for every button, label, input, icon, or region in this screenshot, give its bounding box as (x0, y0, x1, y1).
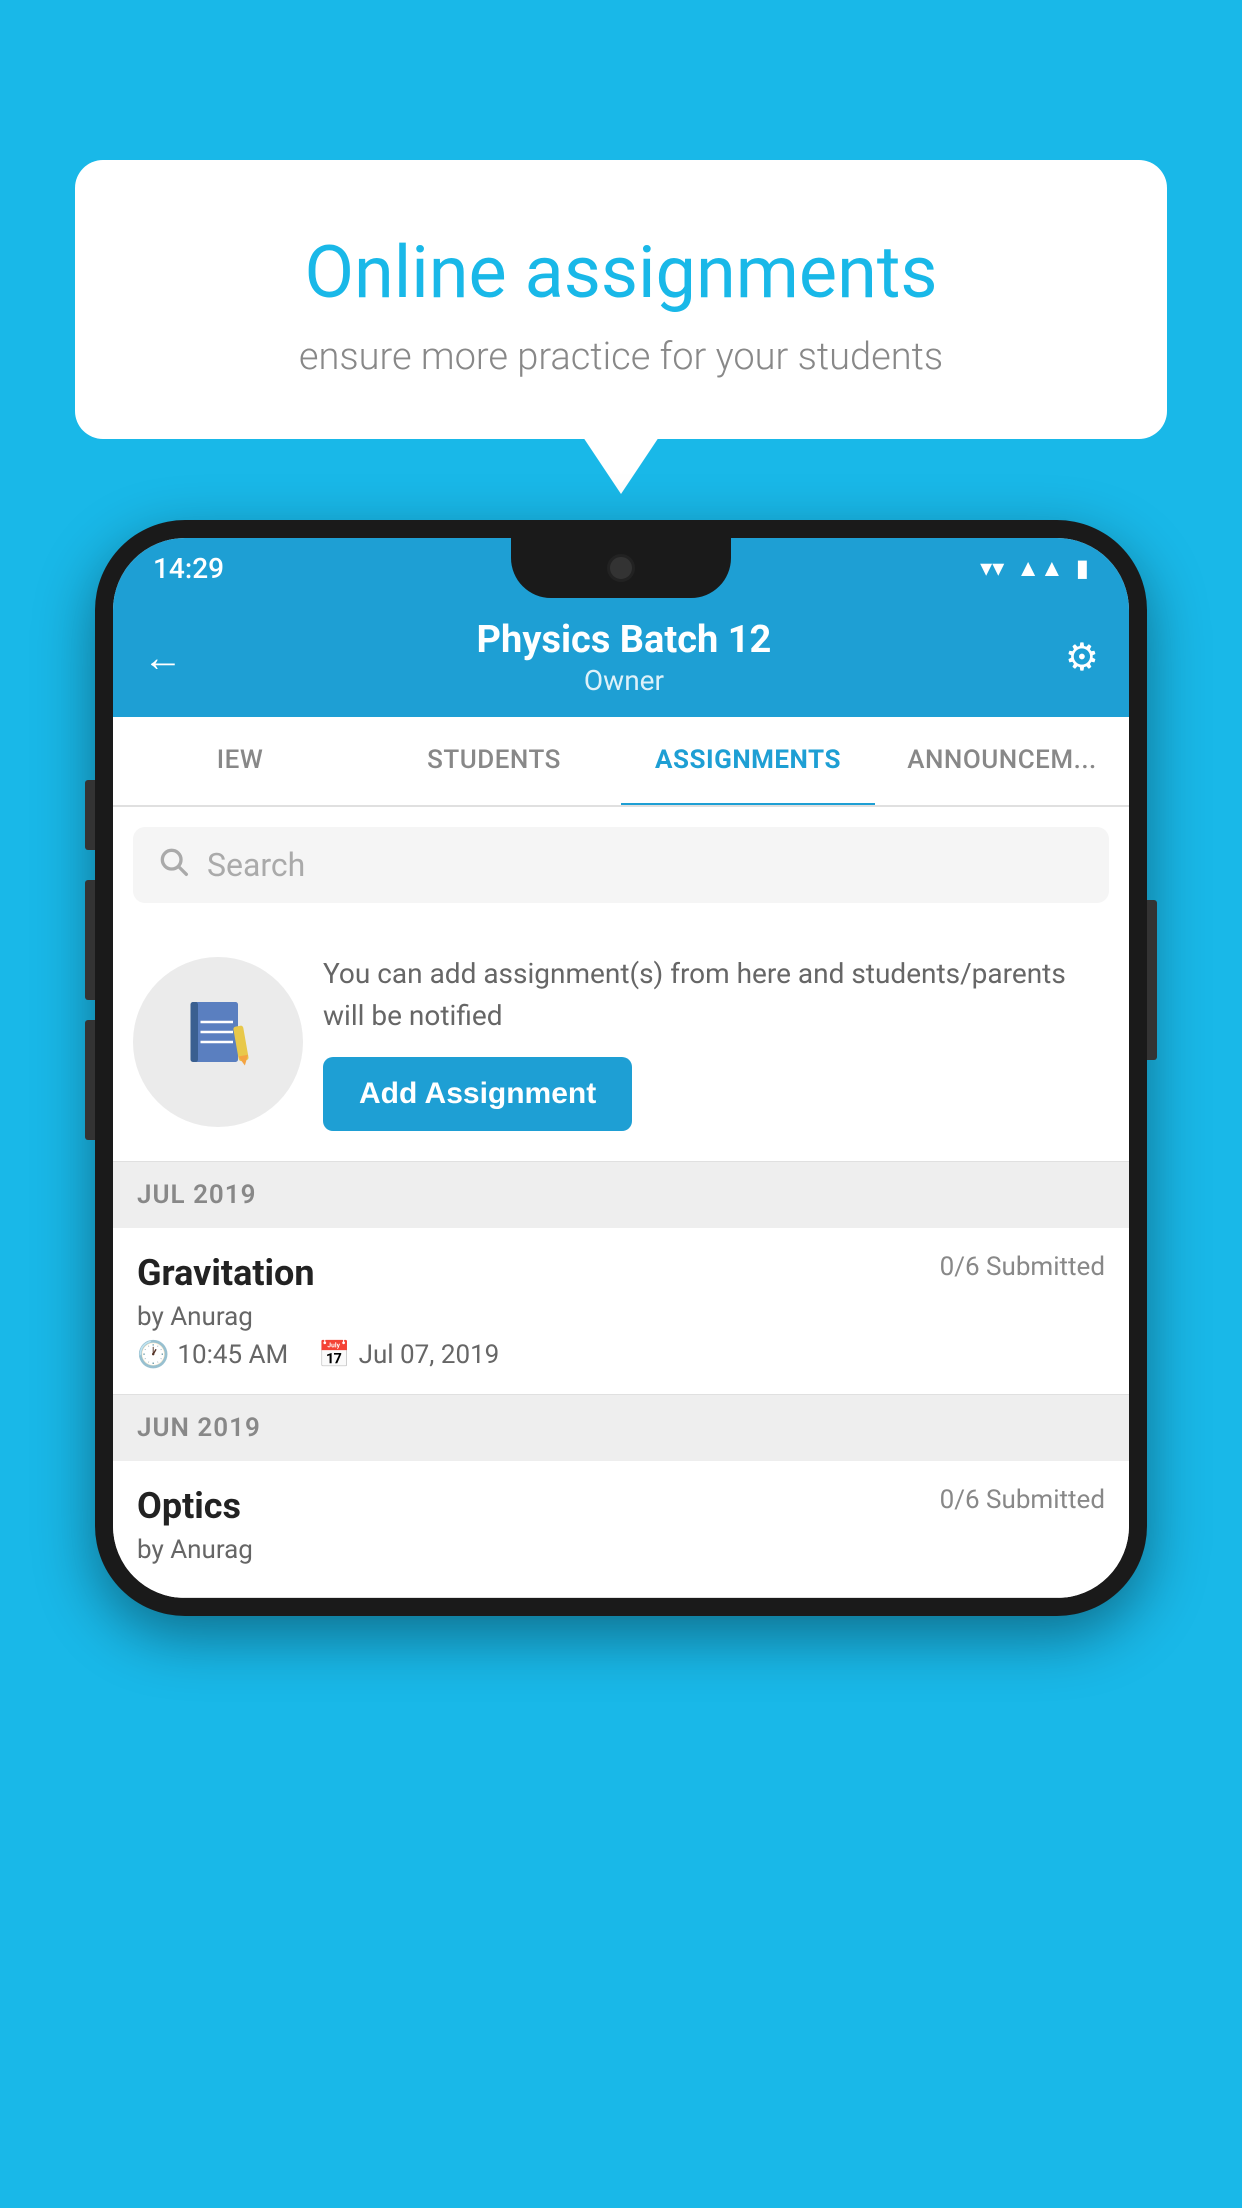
phone-wrapper: 14:29 ▾▾ ▲▲ ▮ ← Physics Batch 12 Owner ⚙ (95, 520, 1147, 1616)
assignment-top-row: Gravitation 0/6 Submitted (137, 1252, 1105, 1294)
search-placeholder: Search (207, 846, 305, 884)
speech-bubble-title: Online assignments (155, 230, 1087, 315)
search-icon (157, 845, 189, 885)
speech-bubble: Online assignments ensure more practice … (75, 160, 1167, 439)
assignment-item-optics[interactable]: Optics 0/6 Submitted by Anurag (113, 1461, 1129, 1598)
add-assignment-button[interactable]: Add Assignment (323, 1057, 632, 1131)
assignment-item-gravitation[interactable]: Gravitation 0/6 Submitted by Anurag 🕐 10… (113, 1228, 1129, 1395)
phone-volume-silent (85, 780, 95, 850)
status-time: 14:29 (153, 552, 224, 585)
status-icons: ▾▾ ▲▲ ▮ (980, 554, 1089, 583)
phone-notch (511, 538, 731, 598)
tab-assignments[interactable]: ASSIGNMENTS (621, 717, 875, 807)
phone-screen: 14:29 ▾▾ ▲▲ ▮ ← Physics Batch 12 Owner ⚙ (113, 538, 1129, 1598)
notebook-icon (178, 992, 258, 1092)
meta-date: 📅 Jul 07, 2019 (318, 1340, 499, 1370)
back-button[interactable]: ← (143, 634, 183, 681)
phone-volume-down (85, 1020, 95, 1140)
tab-announcements[interactable]: ANNOUNCEM... (875, 717, 1129, 805)
calendar-icon: 📅 (318, 1340, 350, 1370)
assignment-time: 10:45 AM (177, 1340, 288, 1370)
batch-subtitle: Owner (477, 664, 772, 697)
search-container: Search (113, 807, 1129, 923)
optics-top-row: Optics 0/6 Submitted (137, 1485, 1105, 1527)
phone-power-button (1147, 900, 1157, 1060)
wifi-icon: ▾▾ (980, 554, 1004, 582)
meta-time: 🕐 10:45 AM (137, 1340, 288, 1370)
promo-text: You can add assignment(s) from here and … (323, 953, 1109, 1037)
assignment-date: Jul 07, 2019 (359, 1340, 500, 1370)
signal-icon: ▲▲ (1016, 554, 1064, 583)
phone-camera (607, 554, 635, 582)
optics-by: by Anurag (137, 1535, 1105, 1565)
phone-device: 14:29 ▾▾ ▲▲ ▮ ← Physics Batch 12 Owner ⚙ (95, 520, 1147, 1616)
optics-submitted: 0/6 Submitted (940, 1485, 1105, 1515)
promo-icon-circle (133, 957, 303, 1127)
assignment-submitted: 0/6 Submitted (940, 1252, 1105, 1282)
tab-iew[interactable]: IEW (113, 717, 367, 805)
phone-volume-up (85, 880, 95, 1000)
speech-bubble-subtitle: ensure more practice for your students (155, 335, 1087, 379)
header-center: Physics Batch 12 Owner (477, 618, 772, 697)
clock-icon: 🕐 (137, 1340, 169, 1370)
search-bar[interactable]: Search (133, 827, 1109, 903)
settings-icon[interactable]: ⚙ (1065, 635, 1099, 680)
assignment-meta: 🕐 10:45 AM 📅 Jul 07, 2019 (137, 1340, 1105, 1370)
assignment-name: Gravitation (137, 1252, 315, 1294)
tabs-bar: IEW STUDENTS ASSIGNMENTS ANNOUNCEM... (113, 717, 1129, 807)
section-header-jul: JUL 2019 (113, 1162, 1129, 1228)
batch-title: Physics Batch 12 (477, 618, 772, 662)
optics-name: Optics (137, 1485, 241, 1527)
section-header-jun: JUN 2019 (113, 1395, 1129, 1461)
assignment-by: by Anurag (137, 1302, 1105, 1332)
app-header: ← Physics Batch 12 Owner ⚙ (113, 598, 1129, 717)
speech-bubble-container: Online assignments ensure more practice … (75, 160, 1167, 439)
add-assignment-promo: You can add assignment(s) from here and … (113, 923, 1129, 1162)
battery-icon: ▮ (1076, 554, 1089, 582)
promo-content: You can add assignment(s) from here and … (323, 953, 1109, 1131)
tab-students[interactable]: STUDENTS (367, 717, 621, 805)
